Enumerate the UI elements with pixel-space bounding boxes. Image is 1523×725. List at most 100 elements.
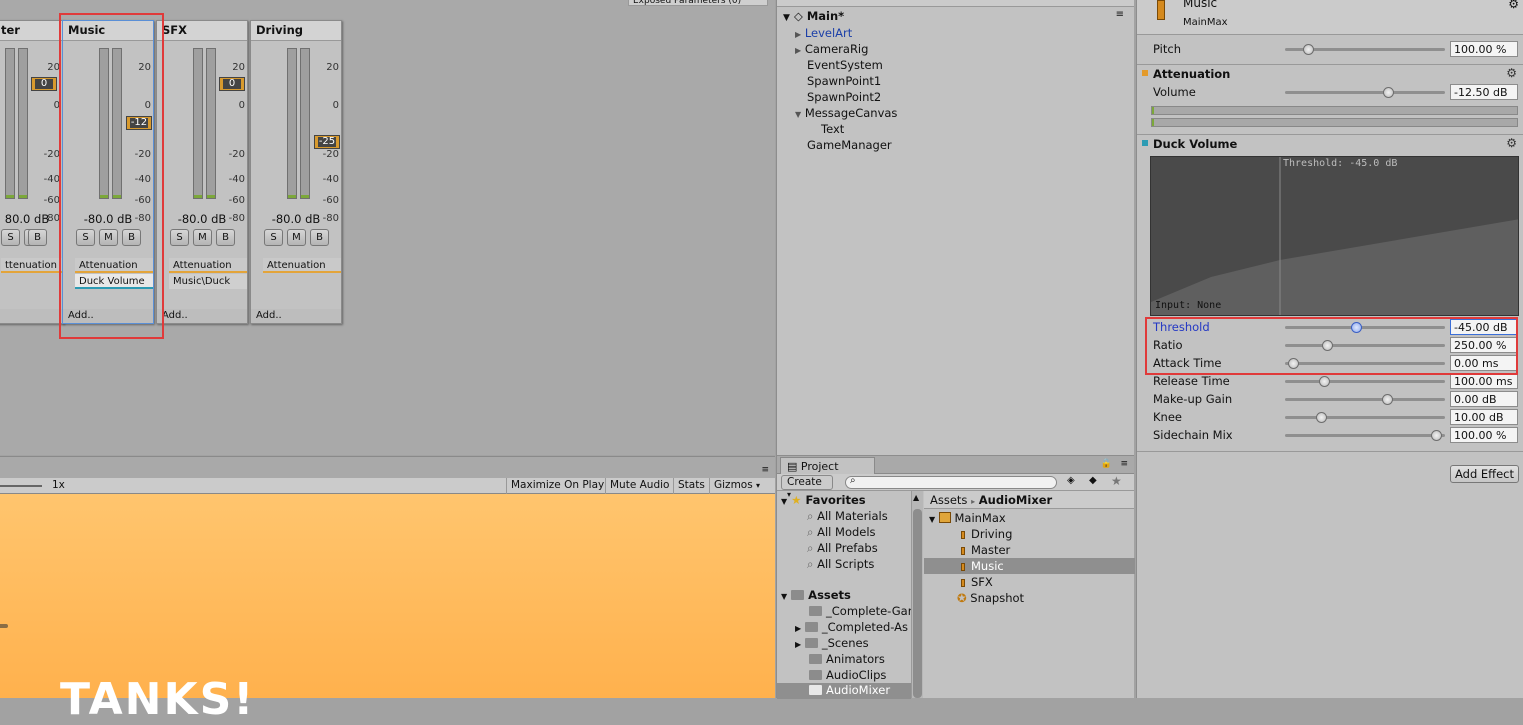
gear-icon[interactable]: ⚙ bbox=[1506, 136, 1517, 150]
asset-group-music[interactable]: Music bbox=[924, 558, 1135, 574]
knee-value-field[interactable]: 10.00 dB bbox=[1450, 409, 1518, 425]
gear-icon[interactable]: ⚙ bbox=[1506, 66, 1517, 80]
volume-fader[interactable]: -25 bbox=[314, 135, 340, 149]
volume-slider[interactable] bbox=[1285, 87, 1445, 98]
solo-button[interactable]: S bbox=[170, 229, 189, 246]
slider-knob[interactable] bbox=[1319, 376, 1330, 387]
pitch-value-field[interactable]: 100.00 % bbox=[1450, 41, 1518, 57]
slider-knob[interactable] bbox=[1382, 394, 1393, 405]
sidechain-mix-value-field[interactable]: 100.00 % bbox=[1450, 427, 1518, 443]
favorite-all-models[interactable]: ⌕ All Models bbox=[807, 525, 876, 540]
favorite-all-scripts[interactable]: ⌕ All Scripts bbox=[807, 557, 874, 572]
create-dropdown[interactable]: Create ▾ bbox=[781, 475, 833, 499]
effect-slot-attenuation[interactable]: Attenuation bbox=[263, 258, 341, 273]
maximize-on-play-button[interactable]: Maximize On Play bbox=[506, 478, 608, 494]
hierarchy-item-camerarig[interactable]: ▶ CameraRig bbox=[795, 42, 868, 56]
slider-knob[interactable] bbox=[1383, 87, 1394, 98]
hierarchy-item-messagecanvas[interactable]: ▼ MessageCanvas bbox=[795, 106, 897, 120]
lock-icon[interactable]: 🔒 bbox=[1101, 459, 1112, 469]
sidechain-mix-slider[interactable] bbox=[1285, 430, 1445, 441]
favorite-star-icon[interactable]: ★ bbox=[1111, 474, 1122, 488]
exposed-parameters-dropdown[interactable]: Exposed Parameters (0) bbox=[628, 0, 768, 6]
pitch-slider[interactable] bbox=[1285, 44, 1445, 55]
solo-button[interactable]: S bbox=[1, 229, 20, 246]
folder-audioclips[interactable]: AudioClips bbox=[809, 668, 886, 682]
asset-snapshot[interactable]: ✪ Snapshot bbox=[957, 591, 1024, 605]
mute-button[interactable]: M bbox=[193, 229, 212, 246]
game-view[interactable]: TANKS! bbox=[0, 494, 775, 725]
duck-volume-graph[interactable]: Threshold: -45.0 dB Input: None bbox=[1150, 156, 1519, 316]
bypass-button[interactable]: B bbox=[310, 229, 329, 246]
hierarchy-item-gamemanager[interactable]: GameManager bbox=[807, 138, 892, 152]
filter-label-icon[interactable]: ◆ bbox=[1089, 475, 1097, 486]
add-effect-bar[interactable] bbox=[0, 309, 63, 323]
effect-slot-attenuation[interactable]: ttenuation bbox=[1, 258, 63, 273]
asset-group-master[interactable]: Master bbox=[961, 543, 1010, 557]
scene-header[interactable]: ▼ ◇ Main* bbox=[783, 9, 1123, 24]
assets-header[interactable]: ▼ Assets bbox=[781, 588, 851, 602]
mixer-strip-sfx[interactable]: SFX 20 0 -20 -40 -60 -80 0 -80.0 dB S M … bbox=[156, 20, 248, 324]
folder-completed-assets[interactable]: ▶ _Completed-As bbox=[795, 620, 911, 634]
slider-knob[interactable] bbox=[1303, 44, 1314, 55]
hierarchy-item-levelart[interactable]: ▶ LevelArt bbox=[795, 26, 852, 40]
expand-arrow-icon: ▶ bbox=[795, 30, 802, 39]
strip-db-readout: -80.0 dB bbox=[177, 212, 227, 226]
duck-volume-header[interactable]: Duck Volume ⚙ bbox=[1137, 134, 1523, 151]
mute-button[interactable]: M bbox=[287, 229, 306, 246]
folder-animators[interactable]: Animators bbox=[809, 652, 885, 666]
filter-type-icon[interactable]: ◈ bbox=[1067, 475, 1075, 486]
volume-label: Volume bbox=[1153, 85, 1196, 99]
asset-group-driving[interactable]: Driving bbox=[961, 527, 1012, 541]
volume-value-field[interactable]: -12.50 dB bbox=[1450, 84, 1518, 100]
asset-group-sfx[interactable]: SFX bbox=[961, 575, 993, 589]
hierarchy-item-eventsystem[interactable]: EventSystem bbox=[807, 58, 883, 72]
collapse-arrow-icon: ▼ bbox=[795, 110, 802, 119]
volume-fader[interactable]: 0 bbox=[219, 77, 245, 91]
mute-audio-button[interactable]: Mute Audio bbox=[605, 478, 673, 494]
gear-icon[interactable]: ⚙ bbox=[1508, 0, 1519, 11]
project-search-input[interactable]: ⌕ bbox=[845, 475, 1057, 489]
add-effect-button[interactable]: Add.. bbox=[251, 309, 341, 323]
add-effect-button[interactable]: Add Effect bbox=[1450, 465, 1519, 483]
mixer-strip-driving[interactable]: Driving 20 0 -20 -40 -60 -80 -25 -80.0 d… bbox=[250, 20, 342, 324]
slider-knob[interactable] bbox=[1431, 430, 1442, 441]
favorite-all-prefabs[interactable]: ⌕ All Prefabs bbox=[807, 541, 878, 556]
folder-icon bbox=[809, 685, 822, 695]
scale-slider[interactable] bbox=[0, 485, 42, 487]
bypass-button[interactable]: B bbox=[216, 229, 235, 246]
pitch-label: Pitch bbox=[1153, 42, 1181, 56]
tab-project[interactable]: ▤ Project bbox=[780, 457, 875, 474]
stats-button[interactable]: Stats bbox=[673, 478, 709, 494]
hierarchy-item-text[interactable]: Text bbox=[821, 122, 844, 136]
makeup-gain-value-field[interactable]: 0.00 dB bbox=[1450, 391, 1518, 407]
favorite-all-materials[interactable]: ⌕ All Materials bbox=[807, 509, 888, 524]
folder-complete-game[interactable]: _Complete-Gar bbox=[809, 604, 911, 618]
release-time-value-field[interactable]: 100.00 ms bbox=[1450, 373, 1518, 389]
folder-audiomixer[interactable]: AudioMixer bbox=[777, 683, 911, 699]
bypass-button[interactable]: B bbox=[28, 229, 47, 246]
hierarchy-item-spawnpoint1[interactable]: SpawnPoint1 bbox=[807, 74, 881, 88]
volume-fader[interactable]: 0 bbox=[31, 77, 57, 91]
folder-scenes[interactable]: ▶ _Scenes bbox=[795, 636, 869, 650]
effect-slot-send[interactable]: Music\Duck bbox=[169, 274, 247, 289]
scene-menu-icon[interactable]: ≡ bbox=[1116, 9, 1124, 20]
breadcrumb-audiomixer[interactable]: AudioMixer bbox=[979, 493, 1052, 507]
breadcrumb-assets[interactable]: Assets bbox=[930, 493, 967, 507]
asset-mainmax[interactable]: ▼ MainMax bbox=[929, 511, 1006, 525]
attenuation-header[interactable]: Attenuation ⚙ bbox=[1137, 64, 1523, 81]
panel-menu-icon[interactable]: ≡ bbox=[1120, 459, 1128, 469]
solo-button[interactable]: S bbox=[264, 229, 283, 246]
effect-slot-attenuation[interactable]: Attenuation bbox=[169, 258, 247, 273]
scrollbar-thumb[interactable] bbox=[913, 509, 922, 698]
release-time-slider[interactable] bbox=[1285, 376, 1445, 387]
add-effect-button[interactable]: Add.. bbox=[157, 309, 247, 323]
panel-menu-icon[interactable]: ≡ bbox=[761, 465, 769, 475]
hierarchy-item-spawnpoint2[interactable]: SpawnPoint2 bbox=[807, 90, 881, 104]
release-time-label: Release Time bbox=[1153, 374, 1230, 388]
favorites-header[interactable]: ▼ ★ Favorites bbox=[781, 493, 866, 507]
knee-slider[interactable] bbox=[1285, 412, 1445, 423]
makeup-gain-slider[interactable] bbox=[1285, 394, 1445, 405]
slider-knob[interactable] bbox=[1316, 412, 1327, 423]
gizmos-dropdown[interactable]: Gizmos ▾ bbox=[709, 478, 764, 494]
folder-tree-scrollbar[interactable]: ▲ bbox=[911, 491, 923, 698]
